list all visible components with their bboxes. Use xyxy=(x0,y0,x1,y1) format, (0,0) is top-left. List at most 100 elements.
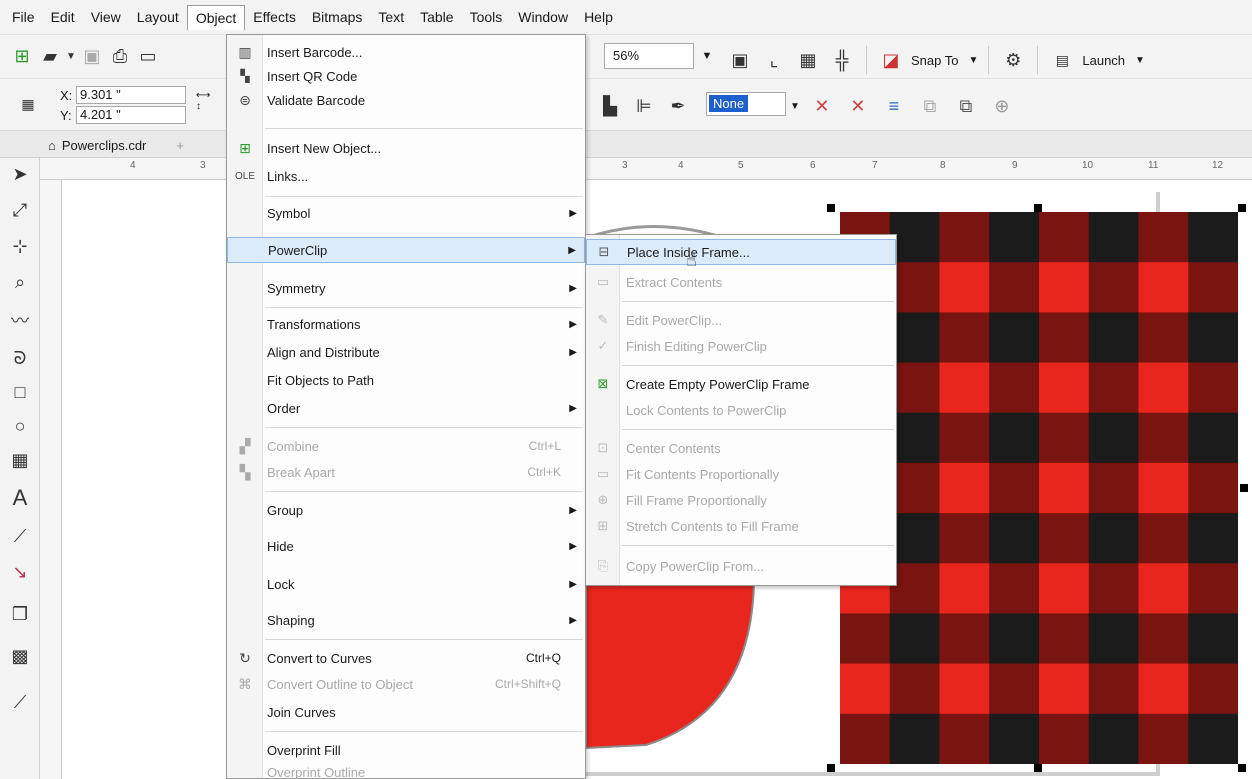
menu-symbol[interactable]: Symbol ▶ xyxy=(227,200,585,226)
y-position-input[interactable]: 4.201 " xyxy=(76,106,186,124)
menu-text[interactable]: Text xyxy=(370,5,412,29)
eyedropper-tool-icon[interactable]: ⟋ xyxy=(6,688,34,716)
menu-fit-contents-proportionally[interactable]: ▭ Fit Contents Proportionally xyxy=(586,461,896,487)
selection-handle[interactable] xyxy=(827,764,835,772)
launch-label[interactable]: Launch xyxy=(1082,53,1125,68)
menu-lock[interactable]: Lock ▶ xyxy=(227,571,585,597)
publish-pdf-icon[interactable]: ▭ xyxy=(134,43,162,71)
zoom-level-field[interactable]: 56% xyxy=(604,43,694,69)
text-tool-icon[interactable]: A xyxy=(6,484,34,512)
menu-hide[interactable]: Hide ▶ xyxy=(227,533,585,559)
polygon-tool-icon[interactable]: ▦ xyxy=(6,446,34,474)
zoom-dropdown-icon[interactable]: ▼ xyxy=(696,43,718,69)
menu-object[interactable]: Object xyxy=(186,4,246,30)
freehand-tool-icon[interactable]: 〰 xyxy=(6,306,34,334)
trim-icon[interactable]: ✕ xyxy=(844,92,872,120)
open-dropdown-icon[interactable]: ▼ xyxy=(64,43,78,71)
selection-handle[interactable] xyxy=(827,204,835,212)
wrap-text-icon[interactable]: ▙ xyxy=(596,92,624,120)
menu-edit-powerclip[interactable]: ✎ Edit PowerClip... xyxy=(586,307,896,333)
save-icon[interactable]: ▣ xyxy=(78,43,106,71)
menu-insert-barcode[interactable]: ▥ Insert Barcode... xyxy=(227,39,585,65)
outline-dropdown-icon[interactable]: ▼ xyxy=(790,101,800,112)
launch-icon[interactable]: ▤ xyxy=(1048,46,1076,74)
snap-to-icon[interactable]: ◪ xyxy=(877,46,905,74)
menu-lock-contents[interactable]: Lock Contents to PowerClip xyxy=(586,397,896,423)
group-icon[interactable]: ⧉ xyxy=(916,92,944,120)
menu-overprint-fill[interactable]: Overprint Fill xyxy=(227,737,585,763)
selection-handle[interactable] xyxy=(1034,764,1042,772)
menu-finish-editing-powerclip[interactable]: ✓ Finish Editing PowerClip xyxy=(586,333,896,359)
menu-symmetry[interactable]: Symmetry ▶ xyxy=(227,275,585,301)
object-origin-icon[interactable]: ▦ xyxy=(14,91,42,119)
menu-copy-powerclip-from[interactable]: ⎘ Copy PowerClip From... xyxy=(586,553,896,579)
launch-dropdown-icon[interactable]: ▼ xyxy=(1135,55,1145,66)
menu-create-empty-powerclip-frame[interactable]: ⊠ Create Empty PowerClip Frame xyxy=(586,371,896,397)
menu-effects[interactable]: Effects xyxy=(245,5,304,29)
menu-place-inside-frame[interactable]: ⊟ Place Inside Frame... xyxy=(586,239,896,265)
menu-shaping[interactable]: Shaping ▶ xyxy=(227,607,585,633)
menu-tools[interactable]: Tools xyxy=(462,5,511,29)
menu-insert-new-object[interactable]: ⊞ Insert New Object... xyxy=(227,135,585,161)
menu-transformations[interactable]: Transformations ▶ xyxy=(227,311,585,337)
outline-width-field[interactable]: None xyxy=(706,92,786,116)
transparency-tool-icon[interactable]: ▩ xyxy=(6,642,34,670)
menu-bitmaps[interactable]: Bitmaps xyxy=(304,5,371,29)
plaid-pattern-object[interactable] xyxy=(840,212,1238,764)
align-distribute-icon[interactable]: ≡ xyxy=(880,92,908,120)
open-folder-icon[interactable]: ▰ xyxy=(36,43,64,71)
vertical-ruler[interactable] xyxy=(40,180,62,779)
snap-to-label[interactable]: Snap To xyxy=(911,53,958,68)
new-document-icon[interactable]: ⊞ xyxy=(8,43,36,71)
outline-pen-icon[interactable]: ✒ xyxy=(664,92,692,120)
menu-stretch-contents[interactable]: ⊞ Stretch Contents to Fill Frame xyxy=(586,513,896,539)
menu-view[interactable]: View xyxy=(83,5,129,29)
connector-tool-icon[interactable]: ↘ xyxy=(6,558,34,586)
menu-window[interactable]: Window xyxy=(510,5,576,29)
menu-join-curves[interactable]: Join Curves xyxy=(227,699,585,725)
rectangle-tool-icon[interactable]: □ xyxy=(6,378,34,406)
menu-fill-frame-proportionally[interactable]: ⊕ Fill Frame Proportionally xyxy=(586,487,896,513)
new-tab-icon[interactable]: + xyxy=(176,138,184,153)
snap-to-dropdown-icon[interactable]: ▼ xyxy=(968,55,978,66)
menu-break-apart[interactable]: ▚ Break Apart Ctrl+K xyxy=(227,459,585,485)
menu-combine[interactable]: ▞ Combine Ctrl+L xyxy=(227,433,585,459)
menu-fit-objects-to-path[interactable]: Fit Objects to Path xyxy=(227,367,585,393)
ellipse-tool-icon[interactable]: ○ xyxy=(6,412,34,440)
weld-icon[interactable]: ✕ xyxy=(808,92,836,120)
menu-help[interactable]: Help xyxy=(576,5,621,29)
drop-shadow-tool-icon[interactable]: ❐ xyxy=(6,600,34,628)
show-guidelines-icon[interactable]: ╬ xyxy=(828,46,856,74)
add-icon[interactable]: ⊕ xyxy=(988,92,1016,120)
show-rulers-icon[interactable]: ⌞ xyxy=(760,46,788,74)
menu-file[interactable]: File xyxy=(4,5,43,29)
shape-tool-icon[interactable]: ⤢ xyxy=(6,196,34,224)
menu-convert-outline[interactable]: ⌘ Convert Outline to Object Ctrl+Shift+Q xyxy=(227,671,585,697)
menu-links[interactable]: OLE Links... xyxy=(227,163,585,189)
show-grid-icon[interactable]: ▦ xyxy=(794,46,822,74)
artistic-media-tool-icon[interactable]: ᘐ xyxy=(6,344,34,372)
menu-validate-barcode[interactable]: ⊜ Validate Barcode xyxy=(227,87,585,113)
selection-handle[interactable] xyxy=(1034,204,1042,212)
full-screen-icon[interactable]: ▣ xyxy=(726,46,754,74)
document-tab[interactable]: ⌂ Powerclips.cdr + xyxy=(40,133,192,157)
align-icon[interactable]: ⊫ xyxy=(630,92,658,120)
menu-edit[interactable]: Edit xyxy=(43,5,83,29)
options-gear-icon[interactable]: ⚙ xyxy=(999,46,1027,74)
menu-extract-contents[interactable]: ▭ Extract Contents xyxy=(586,269,896,295)
print-icon[interactable]: ⎙ xyxy=(106,43,134,71)
menu-insert-qr-code[interactable]: ▚ Insert QR Code xyxy=(227,65,585,87)
horizontal-ruler[interactable]: 4 3 3 4 5 6 7 8 9 10 11 12 xyxy=(40,158,1252,180)
crop-tool-icon[interactable]: ⊹ xyxy=(6,232,34,260)
menu-powerclip[interactable]: PowerClip ▶ xyxy=(227,237,585,263)
menu-table[interactable]: Table xyxy=(412,5,461,29)
menu-overprint-outline[interactable]: Overprint Outline xyxy=(227,763,585,779)
menu-align-distribute[interactable]: Align and Distribute ▶ xyxy=(227,339,585,365)
x-position-input[interactable]: 9.301 " xyxy=(76,86,186,104)
menu-layout[interactable]: Layout xyxy=(129,5,187,29)
menu-order[interactable]: Order ▶ xyxy=(227,395,585,421)
menu-center-contents[interactable]: ⊡ Center Contents xyxy=(586,435,896,461)
selection-handle[interactable] xyxy=(1240,484,1248,492)
selection-handle[interactable] xyxy=(1238,764,1246,772)
selection-handle[interactable] xyxy=(1238,204,1246,212)
